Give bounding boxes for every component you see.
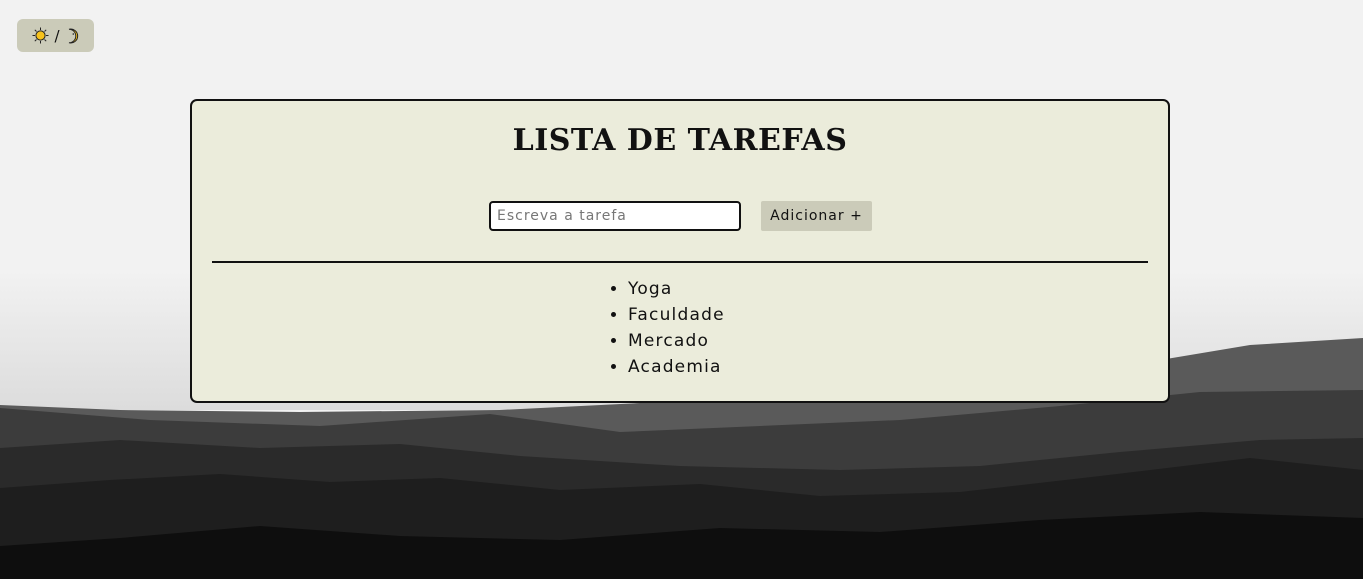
moon-icon	[68, 28, 78, 43]
task-item[interactable]: Yoga	[628, 276, 725, 302]
todo-card: LISTA DE TAREFAS Adicionar + Yoga Faculd…	[190, 99, 1170, 403]
divider	[212, 261, 1148, 263]
page-title: LISTA DE TAREFAS	[512, 123, 848, 158]
task-input[interactable]	[489, 201, 741, 231]
task-item[interactable]: Academia	[628, 354, 725, 380]
task-item[interactable]: Mercado	[628, 328, 725, 354]
theme-toggle-button[interactable]: /	[17, 19, 94, 52]
add-task-button[interactable]: Adicionar +	[761, 201, 872, 231]
task-list: Yoga Faculdade Mercado Academia	[607, 276, 725, 380]
theme-separator: /	[54, 26, 60, 45]
sun-icon	[32, 27, 49, 44]
task-item[interactable]: Faculdade	[628, 302, 725, 328]
